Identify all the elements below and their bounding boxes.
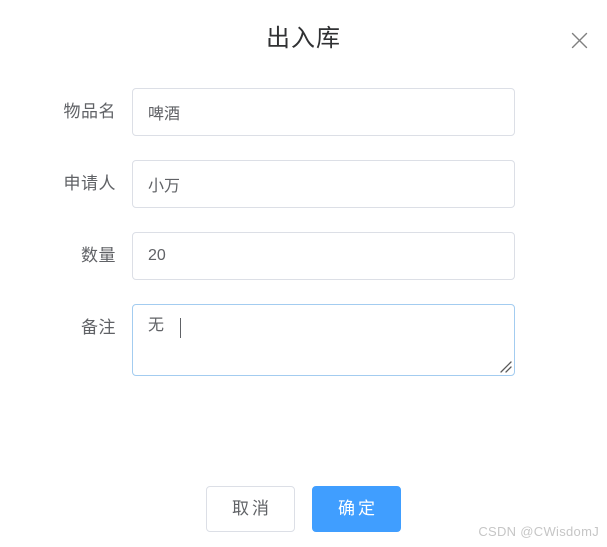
dialog-header: 出入库 bbox=[0, 0, 607, 78]
form-row-remark: 备注 bbox=[0, 304, 607, 376]
input-item-name[interactable] bbox=[132, 88, 515, 136]
control-quantity bbox=[132, 232, 515, 280]
form-row-item-name: 物品名 bbox=[0, 88, 607, 136]
input-applicant[interactable] bbox=[132, 160, 515, 208]
close-icon bbox=[571, 32, 588, 49]
textarea-wrapper-remark bbox=[132, 304, 515, 376]
dialog-title: 出入库 bbox=[266, 25, 341, 52]
control-item-name bbox=[132, 88, 515, 136]
cancel-button[interactable]: 取消 bbox=[206, 486, 295, 532]
control-remark bbox=[132, 304, 515, 376]
watermark: CSDN @CWisdomJ bbox=[478, 524, 599, 539]
form-row-applicant: 申请人 bbox=[0, 160, 607, 208]
input-quantity[interactable] bbox=[132, 232, 515, 280]
label-remark: 备注 bbox=[81, 318, 116, 337]
textarea-remark[interactable] bbox=[132, 304, 515, 376]
form-row-quantity: 数量 bbox=[0, 232, 607, 280]
text-caret bbox=[180, 318, 181, 338]
confirm-button[interactable]: 确定 bbox=[312, 486, 401, 532]
label-item-name: 物品名 bbox=[63, 102, 116, 121]
dialog-body: 物品名 申请人 数量 备注 bbox=[0, 88, 607, 400]
label-quantity: 数量 bbox=[81, 246, 116, 265]
label-applicant: 申请人 bbox=[63, 174, 116, 193]
control-applicant bbox=[132, 160, 515, 208]
dialog-inventory-transaction: 出入库 物品名 申请人 数量 bbox=[0, 0, 607, 547]
close-button[interactable] bbox=[563, 24, 595, 56]
